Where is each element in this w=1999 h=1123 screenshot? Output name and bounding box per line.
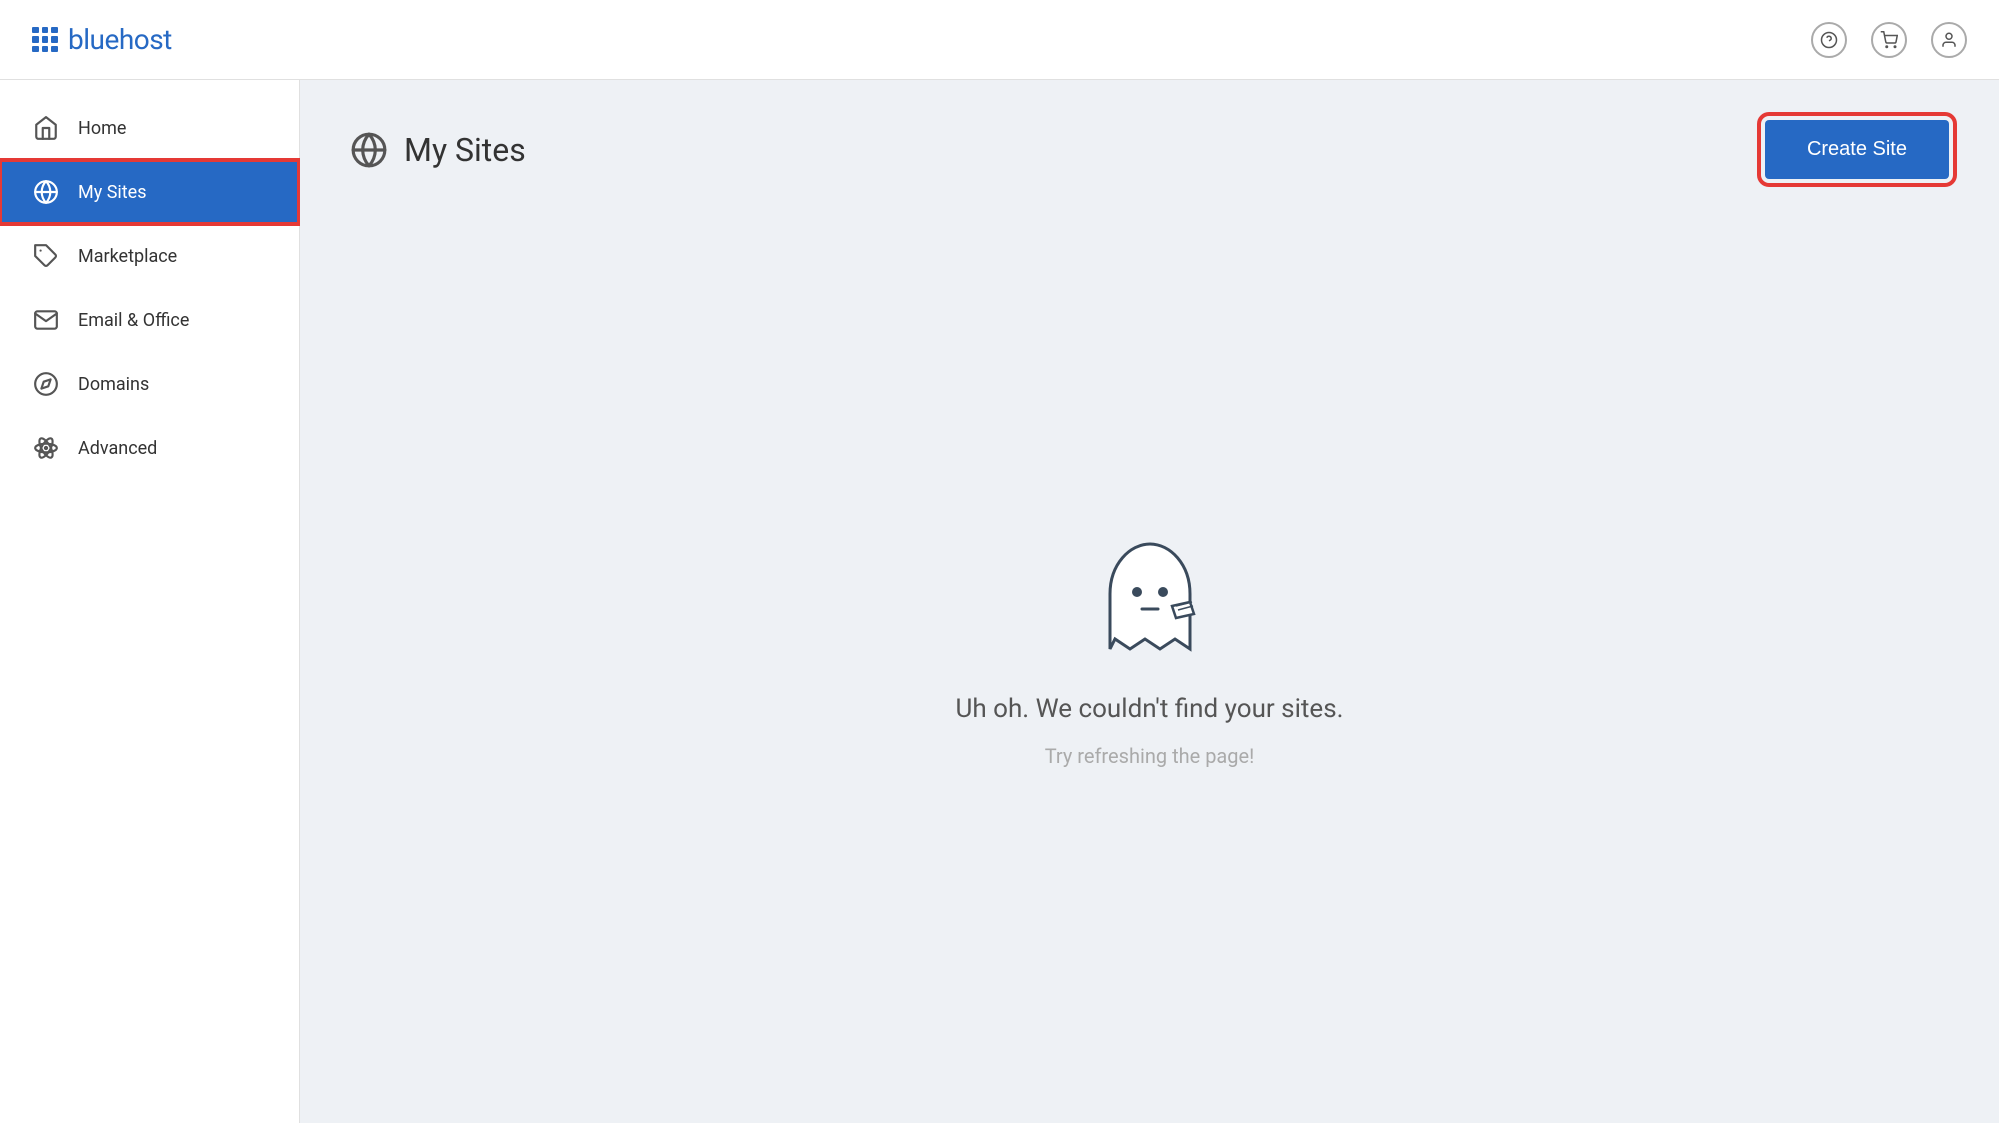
sidebar-item-my-sites[interactable]: My Sites [0, 160, 299, 224]
empty-state-title: Uh oh. We couldn't find your sites. [955, 694, 1343, 724]
sidebar-item-label: Marketplace [78, 246, 177, 267]
header: bluehost [0, 0, 1999, 80]
sidebar-item-email-office[interactable]: Email & Office [0, 288, 299, 352]
layout: Home My Sites Marketplace [0, 80, 1999, 1123]
atom-icon [32, 434, 60, 462]
page-header: My Sites Create Site [350, 120, 1949, 179]
page-title-row: My Sites [350, 131, 526, 169]
question-icon [1820, 31, 1838, 49]
sidebar-item-domains[interactable]: Domains [0, 352, 299, 416]
sidebar-item-home[interactable]: Home [0, 96, 299, 160]
tag-icon [32, 242, 60, 270]
cart-icon [1880, 31, 1898, 49]
account-icon [1940, 31, 1958, 49]
page-title: My Sites [404, 131, 526, 169]
wordpress-icon [32, 178, 60, 206]
sidebar-item-label: My Sites [78, 182, 146, 203]
create-site-wrapper: Create Site [1765, 120, 1949, 179]
sidebar-item-label: Home [78, 118, 126, 139]
main-content: My Sites Create Site Uh oh. We cou [300, 80, 1999, 1123]
account-button[interactable] [1931, 22, 1967, 58]
create-site-button[interactable]: Create Site [1765, 120, 1949, 179]
header-actions [1811, 22, 1967, 58]
sidebar-item-label: Domains [78, 374, 149, 395]
sidebar-item-label: Advanced [78, 438, 157, 459]
home-icon [32, 114, 60, 142]
empty-state-subtitle: Try refreshing the page! [1045, 744, 1255, 768]
compass-icon [32, 370, 60, 398]
empty-state: Uh oh. We couldn't find your sites. Try … [350, 219, 1949, 1083]
logo-text: bluehost [68, 23, 172, 56]
cart-button[interactable] [1871, 22, 1907, 58]
sidebar-item-advanced[interactable]: Advanced [0, 416, 299, 480]
sidebar: Home My Sites Marketplace [0, 80, 300, 1123]
wordpress-page-icon [350, 131, 388, 169]
logo[interactable]: bluehost [32, 23, 172, 56]
email-icon [32, 306, 60, 334]
logo-grid-icon [32, 27, 58, 53]
sidebar-item-marketplace[interactable]: Marketplace [0, 224, 299, 288]
help-button[interactable] [1811, 22, 1847, 58]
ghost-illustration [1080, 534, 1220, 674]
sidebar-item-label: Email & Office [78, 310, 189, 331]
